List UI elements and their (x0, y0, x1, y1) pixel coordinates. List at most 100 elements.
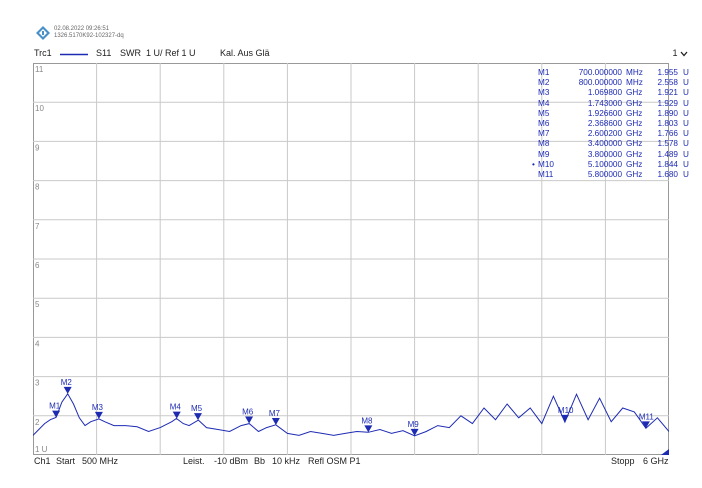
marker-value: 1.489 (657, 149, 679, 159)
marker-m10-icon[interactable] (560, 414, 569, 422)
marker-value-unit: U (683, 129, 689, 139)
trace-param[interactable]: S11 (96, 48, 111, 58)
marker-freq-unit: GHz (626, 88, 643, 98)
marker-freq-unit: MHz (626, 68, 643, 77)
marker-label: M7 (269, 409, 281, 418)
stop-label: Stopp (611, 456, 635, 466)
marker-label: M5 (191, 404, 203, 413)
marker-frequency: 3.400000 (587, 139, 622, 149)
y-tick-label: 3 (35, 379, 40, 388)
marker-freq-unit: GHz (626, 159, 643, 169)
channel-number: 1 (672, 48, 678, 58)
start-value[interactable]: 500 MHz (82, 456, 118, 466)
marker-name: M10 (538, 159, 554, 169)
y-tick-label: 10 (35, 104, 44, 113)
trace-scale[interactable]: 1 U/ Ref 1 U (146, 48, 196, 58)
marker-value: 1.844 (657, 159, 679, 169)
marker-label: M10 (558, 406, 574, 415)
marker-name: M4 (538, 98, 550, 108)
trace-bar: Trc1 S11 SWR 1 U/ Ref 1 U Kal. Aus Glä (0, 48, 702, 62)
power-value[interactable]: -10 dBm (214, 456, 248, 466)
marker-m5-icon[interactable] (193, 413, 202, 421)
marker-name: M5 (538, 108, 550, 118)
marker-frequency: 700.000000 (578, 68, 622, 77)
y-tick-label: 1 U (35, 445, 48, 454)
marker-frequency: 1.743000 (587, 98, 622, 108)
stop-value[interactable]: 6 GHz (643, 456, 669, 466)
marker-freq-unit: GHz (626, 139, 643, 149)
marker-value-unit: U (683, 159, 689, 169)
marker-active-dot: • (532, 159, 535, 169)
marker-name: M7 (538, 129, 550, 139)
marker-freq-unit: GHz (626, 108, 643, 118)
marker-value: 1.929 (657, 98, 679, 108)
marker-frequency: 5.800000 (587, 169, 622, 179)
marker-m1-icon[interactable] (52, 410, 61, 418)
marker-frequency: 2.368600 (587, 118, 622, 128)
trace-name[interactable]: Trc1 (34, 48, 52, 58)
start-label: Start (56, 456, 76, 466)
marker-value-unit: U (683, 108, 689, 118)
footer: Ch1 Start 500 MHz Leist. -10 dBm Bb 10 k… (0, 456, 702, 468)
marker-label: M3 (92, 403, 104, 412)
y-tick-label: 6 (35, 261, 40, 270)
marker-value: 1.890 (657, 108, 679, 118)
bandwidth-value[interactable]: 10 kHz (272, 456, 300, 466)
marker-frequency: 2.600200 (587, 129, 622, 139)
y-tick-label: 5 (35, 300, 40, 309)
marker-value: 1.680 (657, 169, 679, 179)
marker-value-unit: U (683, 149, 689, 159)
marker-frequency: 800.000000 (578, 78, 622, 88)
marker-value-unit: U (683, 139, 689, 149)
marker-name: M9 (538, 149, 550, 159)
channel-menu[interactable]: 1 (672, 48, 688, 58)
marker-value-unit: U (683, 118, 689, 128)
stop-indicator-icon (661, 449, 669, 455)
marker-m2-icon[interactable] (63, 386, 72, 394)
trace-line-icon (60, 53, 88, 56)
chevron-down-icon (680, 51, 688, 57)
marker-freq-unit: GHz (626, 129, 643, 139)
marker-name: M8 (538, 139, 550, 149)
y-tick-label: 8 (35, 183, 40, 192)
marker-value: 1.803 (657, 118, 679, 128)
marker-value-unit: U (683, 98, 689, 108)
marker-frequency: 1.926600 (587, 108, 622, 118)
marker-freq-unit: GHz (626, 169, 643, 179)
marker-m6-icon[interactable] (245, 416, 254, 424)
marker-label: M1 (49, 402, 61, 411)
y-tick-label: 7 (35, 222, 40, 231)
trace-cal[interactable]: Kal. Aus Glä (220, 48, 270, 58)
bandwidth-label: Bb (254, 456, 266, 466)
y-tick-label: 11 (35, 65, 44, 74)
marker-freq-unit: GHz (626, 149, 643, 159)
marker-freq-unit: MHz (626, 78, 643, 88)
y-tick-label: 2 (35, 418, 40, 427)
marker-value: 1.578 (657, 139, 679, 149)
marker-value-unit: U (683, 68, 689, 77)
marker-name: M3 (538, 88, 550, 98)
marker-name: M6 (538, 118, 550, 128)
marker-value: 1.921 (657, 88, 679, 98)
marker-value: 2.558 (657, 78, 679, 88)
marker-freq-unit: GHz (626, 118, 643, 128)
marker-value: 1.766 (657, 129, 679, 139)
marker-value-unit: U (683, 78, 689, 88)
rohde-schwarz-logo-icon (36, 26, 50, 40)
marker-m4-icon[interactable] (172, 411, 181, 419)
marker-freq-unit: GHz (626, 98, 643, 108)
header-info: 02.08.2022 09:26:51 1326.5170K92-102327-… (54, 26, 124, 40)
marker-label: M2 (61, 378, 73, 387)
marker-label: M6 (242, 408, 254, 417)
marker-value-unit: U (683, 169, 689, 179)
marker-name: M1 (538, 68, 550, 77)
marker-m7-icon[interactable] (271, 417, 280, 425)
port-config: Refl OSM P1 (308, 456, 361, 466)
marker-frequency: 5.100000 (587, 159, 622, 169)
marker-name: M2 (538, 78, 550, 88)
power-label: Leist. (183, 456, 205, 466)
marker-frequency: 1.069800 (587, 88, 622, 98)
y-tick-label: 4 (35, 339, 40, 348)
serial-number: 1326.5170K92-102327-dq (54, 33, 124, 39)
trace-format[interactable]: SWR (120, 48, 141, 58)
